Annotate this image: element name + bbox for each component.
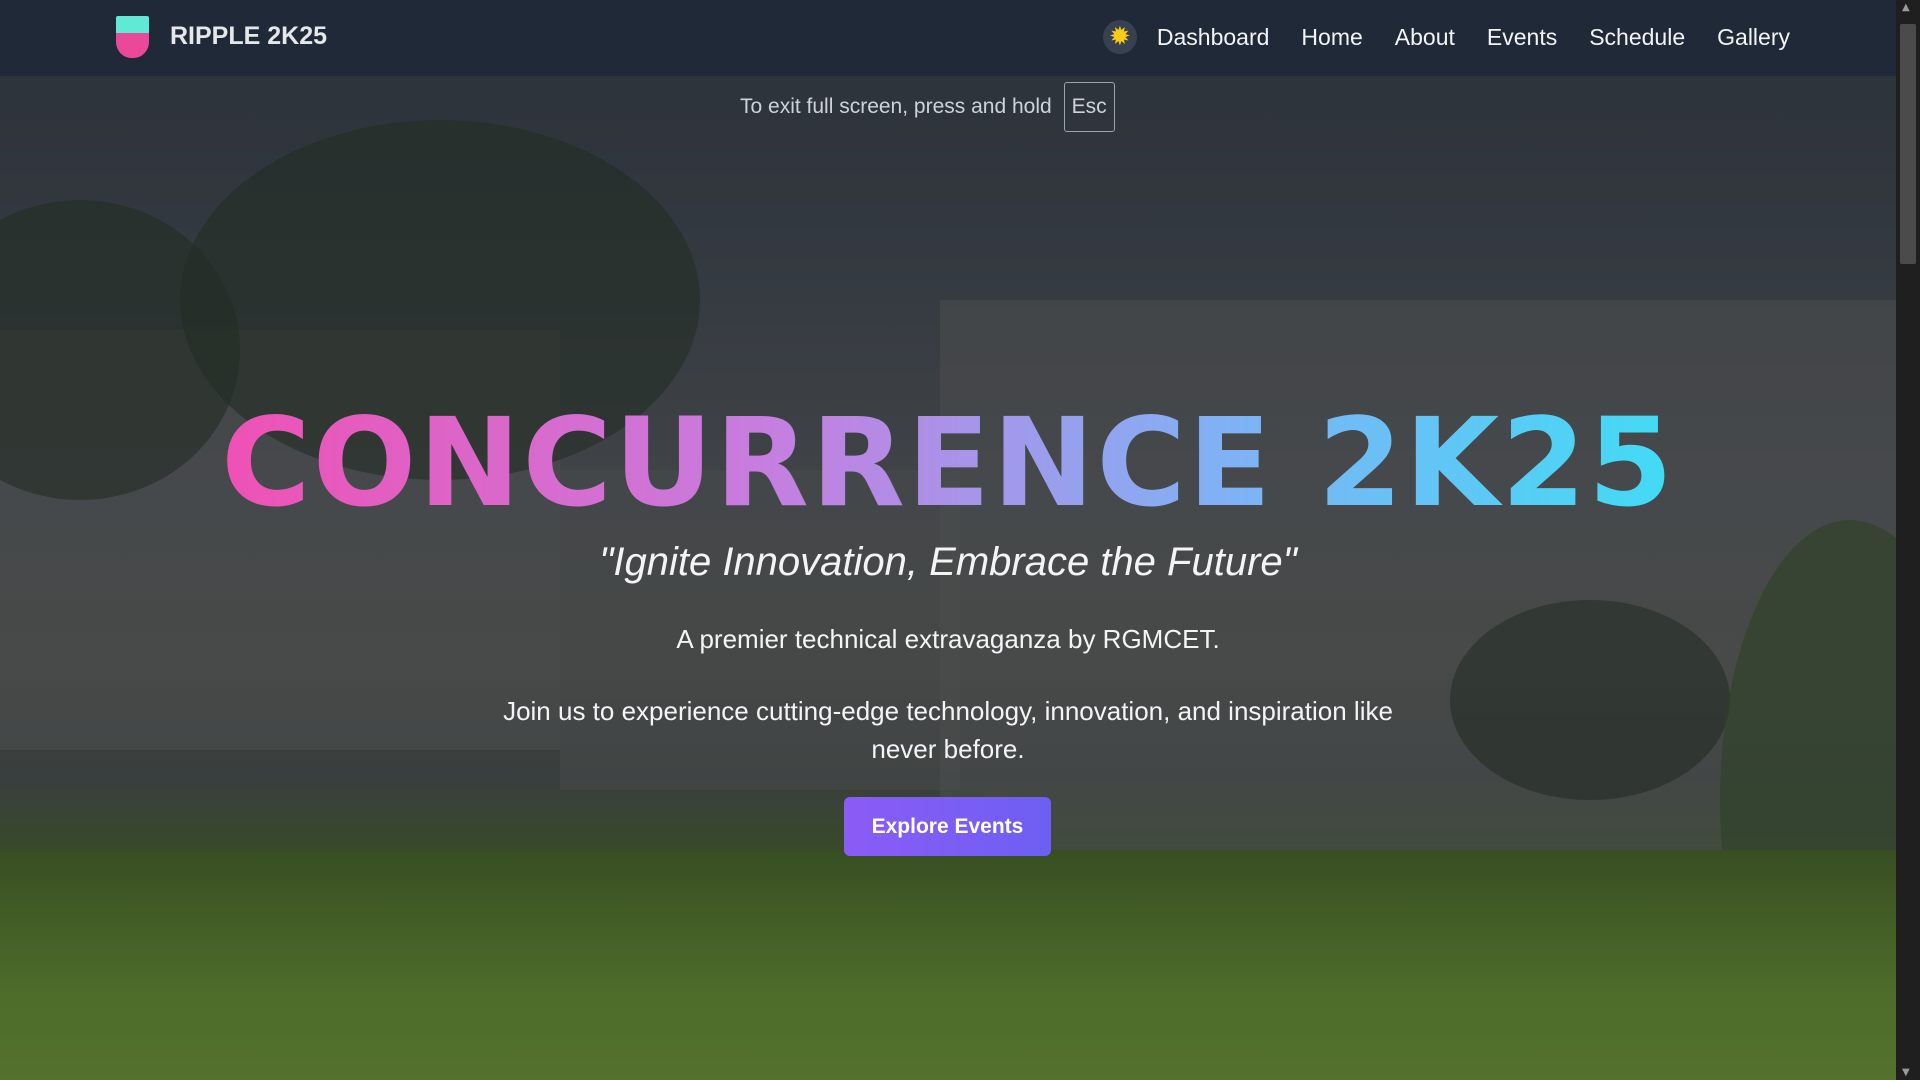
scrollbar[interactable]: ▲ ▼ (1896, 0, 1920, 1080)
scroll-up-icon[interactable]: ▲ (1902, 2, 1910, 13)
nav-links: ✹ Dashboard Home About Events Schedule G… (1102, 20, 1790, 54)
scroll-down-icon[interactable]: ▼ (1902, 1067, 1910, 1078)
nav-dashboard[interactable]: Dashboard (1157, 24, 1270, 51)
nav-home[interactable]: Home (1301, 24, 1362, 51)
sun-icon[interactable]: ✹ (1102, 20, 1137, 54)
nav-schedule[interactable]: Schedule (1589, 24, 1685, 51)
fullscreen-notice-text: To exit full screen, press and hold (740, 95, 1052, 118)
explore-events-button[interactable]: Explore Events (844, 797, 1051, 856)
hero-description: Join us to experience cutting-edge techn… (503, 696, 1393, 764)
fullscreen-notice: To exit full screen, press and hold Esc (740, 76, 1115, 138)
hero-title: CONCURRENCE 2K25 (0, 392, 1896, 534)
hero-tagline: "Ignite Innovation, Embrace the Future" (599, 540, 1297, 584)
nav-about[interactable]: About (1395, 24, 1455, 51)
hero-subtitle: A premier technical extravaganza by RGMC… (676, 624, 1220, 654)
ripple-logo[interactable] (114, 14, 151, 60)
navbar: RIPPLE 2K25 ✹ Dashboard Home About Event… (0, 0, 1896, 76)
scrollbar-thumb[interactable] (1900, 24, 1916, 264)
nav-gallery[interactable]: Gallery (1717, 24, 1790, 51)
brand-name[interactable]: RIPPLE 2K25 (170, 22, 327, 51)
esc-key: Esc (1063, 82, 1115, 132)
nav-events[interactable]: Events (1487, 24, 1557, 51)
